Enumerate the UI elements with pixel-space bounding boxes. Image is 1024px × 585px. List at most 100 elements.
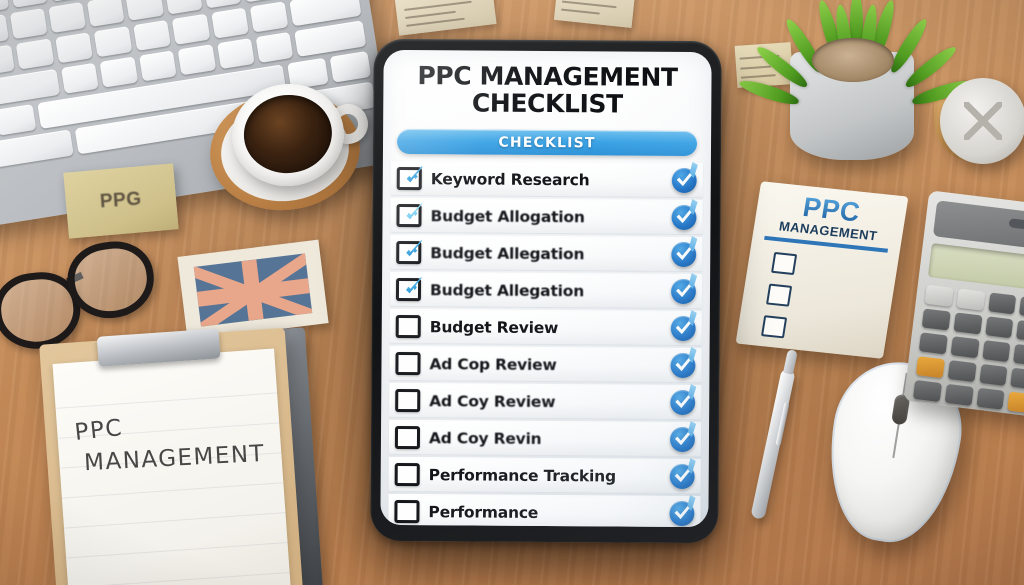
key[interactable] <box>93 26 133 58</box>
calculator-key[interactable] <box>978 363 1008 386</box>
checkbox-icon[interactable] <box>395 351 421 376</box>
plant-soil <box>812 38 894 82</box>
checkbox-icon[interactable] <box>395 314 421 339</box>
calculator[interactable]: 0. <box>903 190 1024 418</box>
calculator-key[interactable] <box>921 308 951 331</box>
blue-check-badge-icon <box>671 204 697 231</box>
blue-check-badge-icon <box>671 241 697 268</box>
clipboard-handwriting: PPC MANAGEMENT <box>73 396 273 487</box>
page-title-line-1: PPC MANAGEMENT <box>417 61 678 92</box>
checkbox-icon[interactable] <box>396 166 422 191</box>
key-alt[interactable] <box>0 104 37 136</box>
key[interactable] <box>125 0 164 21</box>
key[interactable] <box>216 38 255 70</box>
notepad-checkbox[interactable] <box>771 251 798 276</box>
key[interactable] <box>99 56 138 88</box>
calculator-key[interactable] <box>1013 343 1024 367</box>
calculator-key-orange[interactable] <box>1007 391 1024 414</box>
blue-check-badge-icon <box>670 278 697 305</box>
calculator-key[interactable] <box>953 312 983 335</box>
blue-check-badge-icon <box>669 463 695 490</box>
key[interactable] <box>48 1 87 33</box>
checklist-item-label: Budget Allogation <box>430 206 585 226</box>
key-ctrl-right[interactable] <box>329 51 372 83</box>
key[interactable] <box>172 13 211 45</box>
notepad-checkbox[interactable] <box>760 315 788 339</box>
checklist-item[interactable]: Ad Cop Review <box>389 345 702 384</box>
key[interactable] <box>15 38 54 70</box>
checklist-item[interactable]: Ad Coy Review <box>389 382 702 421</box>
blue-check-badge-icon <box>670 352 696 379</box>
key[interactable] <box>203 0 241 9</box>
checklist-item-label: Ad Coy Review <box>429 391 556 411</box>
notepad: PPC MANAGEMENT <box>735 181 909 359</box>
key[interactable] <box>211 7 250 39</box>
key[interactable] <box>255 31 294 63</box>
calculator-key[interactable] <box>912 379 942 403</box>
page-title: PPC MANAGEMENT CHECKLIST <box>383 50 711 124</box>
key[interactable] <box>138 50 177 82</box>
key[interactable] <box>0 129 74 174</box>
checklist-item[interactable]: Ad Coy Revin <box>388 419 702 458</box>
checkbox-icon[interactable] <box>395 277 422 302</box>
key[interactable] <box>61 62 100 94</box>
checklist-item[interactable]: Performance Tracking <box>388 456 701 495</box>
checklist-item[interactable]: Budget Allogation <box>390 197 703 236</box>
tablet-device[interactable]: PPC MANAGEMENT CHECKLIST CHECKLIST Keywo… <box>370 38 722 544</box>
calculator-key[interactable] <box>924 284 954 307</box>
key[interactable] <box>132 19 172 52</box>
checklist-item-label: Ad Cop Review <box>429 354 557 374</box>
round-lid-object <box>940 78 1024 164</box>
calculator-key[interactable] <box>981 340 1011 363</box>
calculator-key[interactable] <box>950 336 980 359</box>
checklist-item-label: Budget Allegation <box>430 243 585 263</box>
calculator-key[interactable] <box>1019 296 1024 319</box>
paper-scrap <box>393 0 497 36</box>
checkbox-icon[interactable] <box>396 240 422 265</box>
clipboard-line-1: PPC <box>73 415 125 446</box>
calculator-key[interactable] <box>1016 320 1024 343</box>
blue-check-badge-icon <box>670 315 696 342</box>
key[interactable] <box>177 44 216 76</box>
key-shift-right[interactable] <box>294 20 367 57</box>
calculator-key[interactable] <box>975 387 1005 410</box>
sticky-note: PPG <box>63 163 179 239</box>
clipboard: PPC MANAGEMENT <box>39 327 303 585</box>
calculator-key[interactable] <box>918 332 948 355</box>
checklist-banner: CHECKLIST <box>396 128 698 157</box>
calculator-key[interactable] <box>984 316 1014 339</box>
checklist-item[interactable]: Performance <box>388 493 701 528</box>
page-title-line-2: CHECKLIST <box>471 87 623 119</box>
notepad-header: PPC MANAGEMENT <box>764 190 896 253</box>
calculator-key[interactable] <box>1010 367 1024 390</box>
notepad-checkbox[interactable] <box>766 283 793 307</box>
calculator-key[interactable] <box>987 292 1017 315</box>
checklist-item[interactable]: Budget Allegation <box>390 234 703 273</box>
checkbox-icon[interactable] <box>395 388 421 413</box>
blue-check-badge-icon <box>669 426 696 453</box>
key[interactable] <box>10 8 48 40</box>
checklist-item[interactable]: Budget Allegation <box>389 271 703 310</box>
calculator-key[interactable] <box>956 288 985 311</box>
blue-check-badge-icon <box>669 500 695 527</box>
checkbox-icon[interactable] <box>394 499 420 524</box>
checkbox-icon[interactable] <box>396 203 422 228</box>
checkbox-icon[interactable] <box>394 462 420 487</box>
checklist-item[interactable]: Budget Review <box>389 308 702 347</box>
tablet-screen[interactable]: PPC MANAGEMENT CHECKLIST CHECKLIST Keywo… <box>380 49 712 528</box>
checklist-item-label: Ad Coy Revin <box>428 428 542 448</box>
calculator-key[interactable] <box>944 383 974 406</box>
key[interactable] <box>54 32 94 64</box>
key[interactable] <box>164 0 203 15</box>
key[interactable] <box>10 0 48 8</box>
calculator-key[interactable] <box>947 359 977 383</box>
checklist-item[interactable]: Keyword Research <box>390 160 703 199</box>
calculator-key-orange[interactable] <box>915 356 945 379</box>
blue-check-badge-icon <box>671 167 697 194</box>
key[interactable] <box>0 0 10 14</box>
checkbox-icon[interactable] <box>394 425 421 450</box>
calculator-display: 0. <box>927 242 1024 292</box>
key[interactable] <box>87 0 126 27</box>
key[interactable] <box>250 1 289 33</box>
clipboard-paper: PPC MANAGEMENT <box>52 348 292 585</box>
